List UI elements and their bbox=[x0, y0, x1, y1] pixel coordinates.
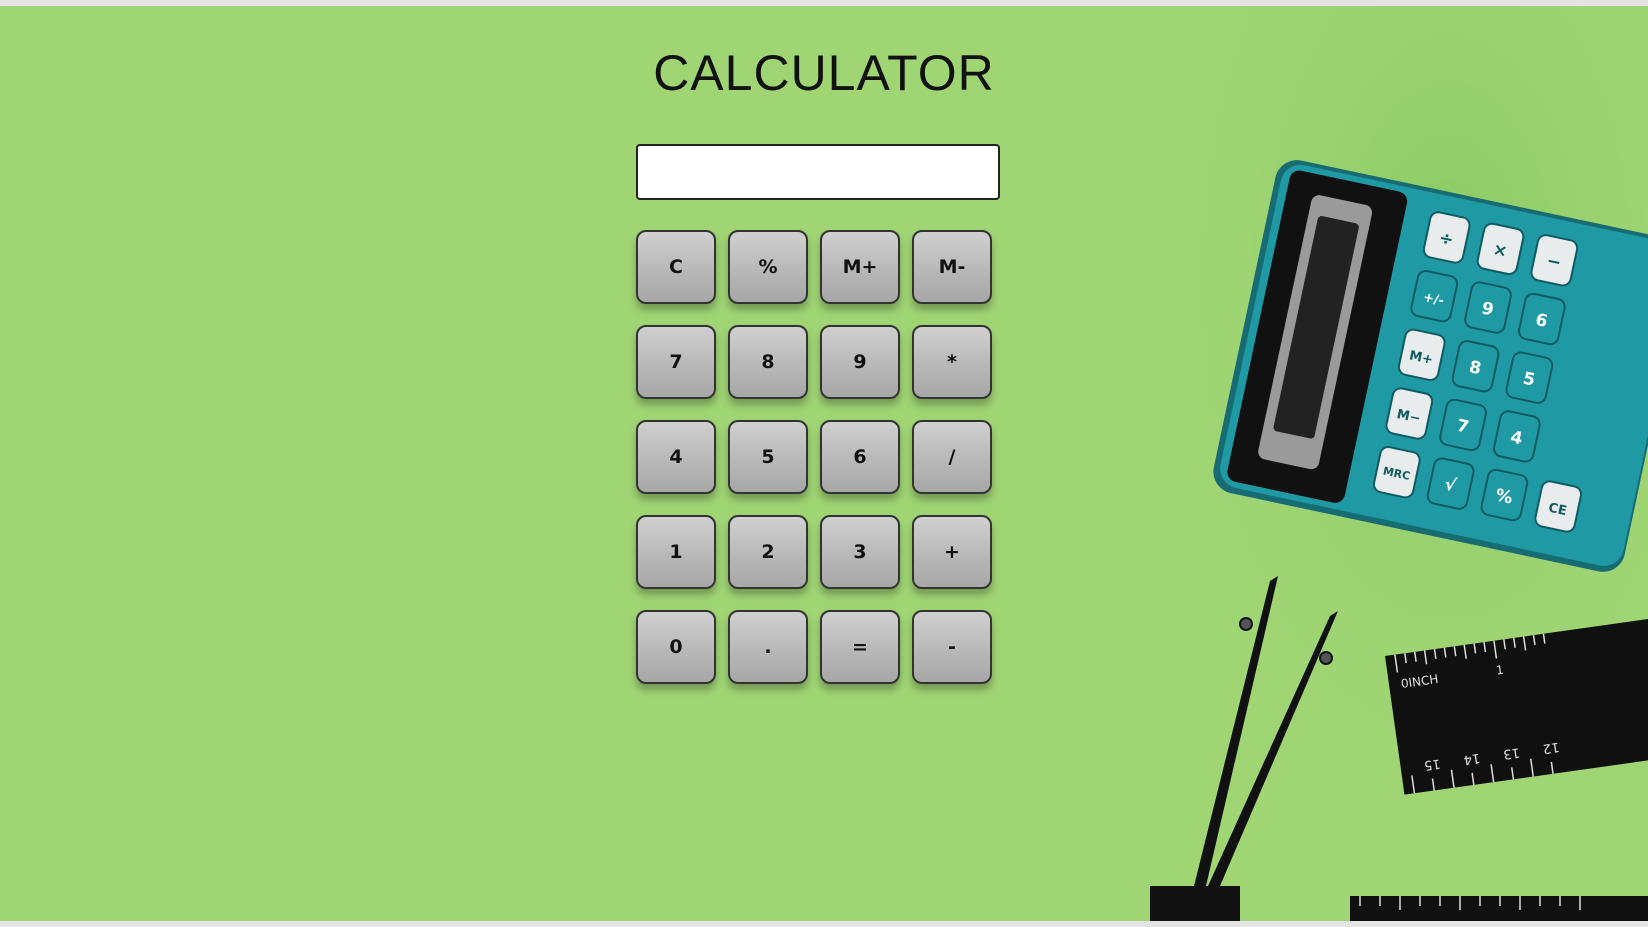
subtract-button[interactable]: - bbox=[912, 610, 992, 684]
digit-2-button[interactable]: 2 bbox=[728, 515, 808, 589]
add-button[interactable]: + bbox=[912, 515, 992, 589]
divide-button[interactable]: / bbox=[912, 420, 992, 494]
ruler-label-14: 14 bbox=[1463, 750, 1481, 767]
digit-6-button[interactable]: 6 bbox=[820, 420, 900, 494]
equals-button[interactable]: = bbox=[820, 610, 900, 684]
digit-4-button[interactable]: 4 bbox=[636, 420, 716, 494]
ruler-label-12: 12 bbox=[1542, 739, 1560, 756]
digit-8-button[interactable]: 8 bbox=[728, 325, 808, 399]
calculator-page: CALCULATOR C % M+ M- 7 8 9 * 4 5 6 / 1 2… bbox=[0, 6, 1648, 921]
background-desk-illustration: ÷ × − +/- 9 6 M+ 8 5 M− 7 4 MRC √ % CE 0… bbox=[1150, 6, 1648, 921]
digit-1-button[interactable]: 1 bbox=[636, 515, 716, 589]
digit-7-button[interactable]: 7 bbox=[636, 325, 716, 399]
digit-0-button[interactable]: 0 bbox=[636, 610, 716, 684]
percent-button[interactable]: % bbox=[728, 230, 808, 304]
multiply-button[interactable]: * bbox=[912, 325, 992, 399]
calculator-display[interactable] bbox=[636, 144, 1000, 200]
ruler-label-15: 15 bbox=[1423, 755, 1441, 772]
bottom-edge bbox=[0, 921, 1648, 927]
digit-5-button[interactable]: 5 bbox=[728, 420, 808, 494]
ruler-label-13: 13 bbox=[1502, 744, 1520, 761]
ruler-bottom-image bbox=[1350, 896, 1648, 921]
clear-button[interactable]: C bbox=[636, 230, 716, 304]
digit-9-button[interactable]: 9 bbox=[820, 325, 900, 399]
decimal-button[interactable]: . bbox=[728, 610, 808, 684]
digit-3-button[interactable]: 3 bbox=[820, 515, 900, 589]
memory-add-button[interactable]: M+ bbox=[820, 230, 900, 304]
memory-subtract-button[interactable]: M- bbox=[912, 230, 992, 304]
